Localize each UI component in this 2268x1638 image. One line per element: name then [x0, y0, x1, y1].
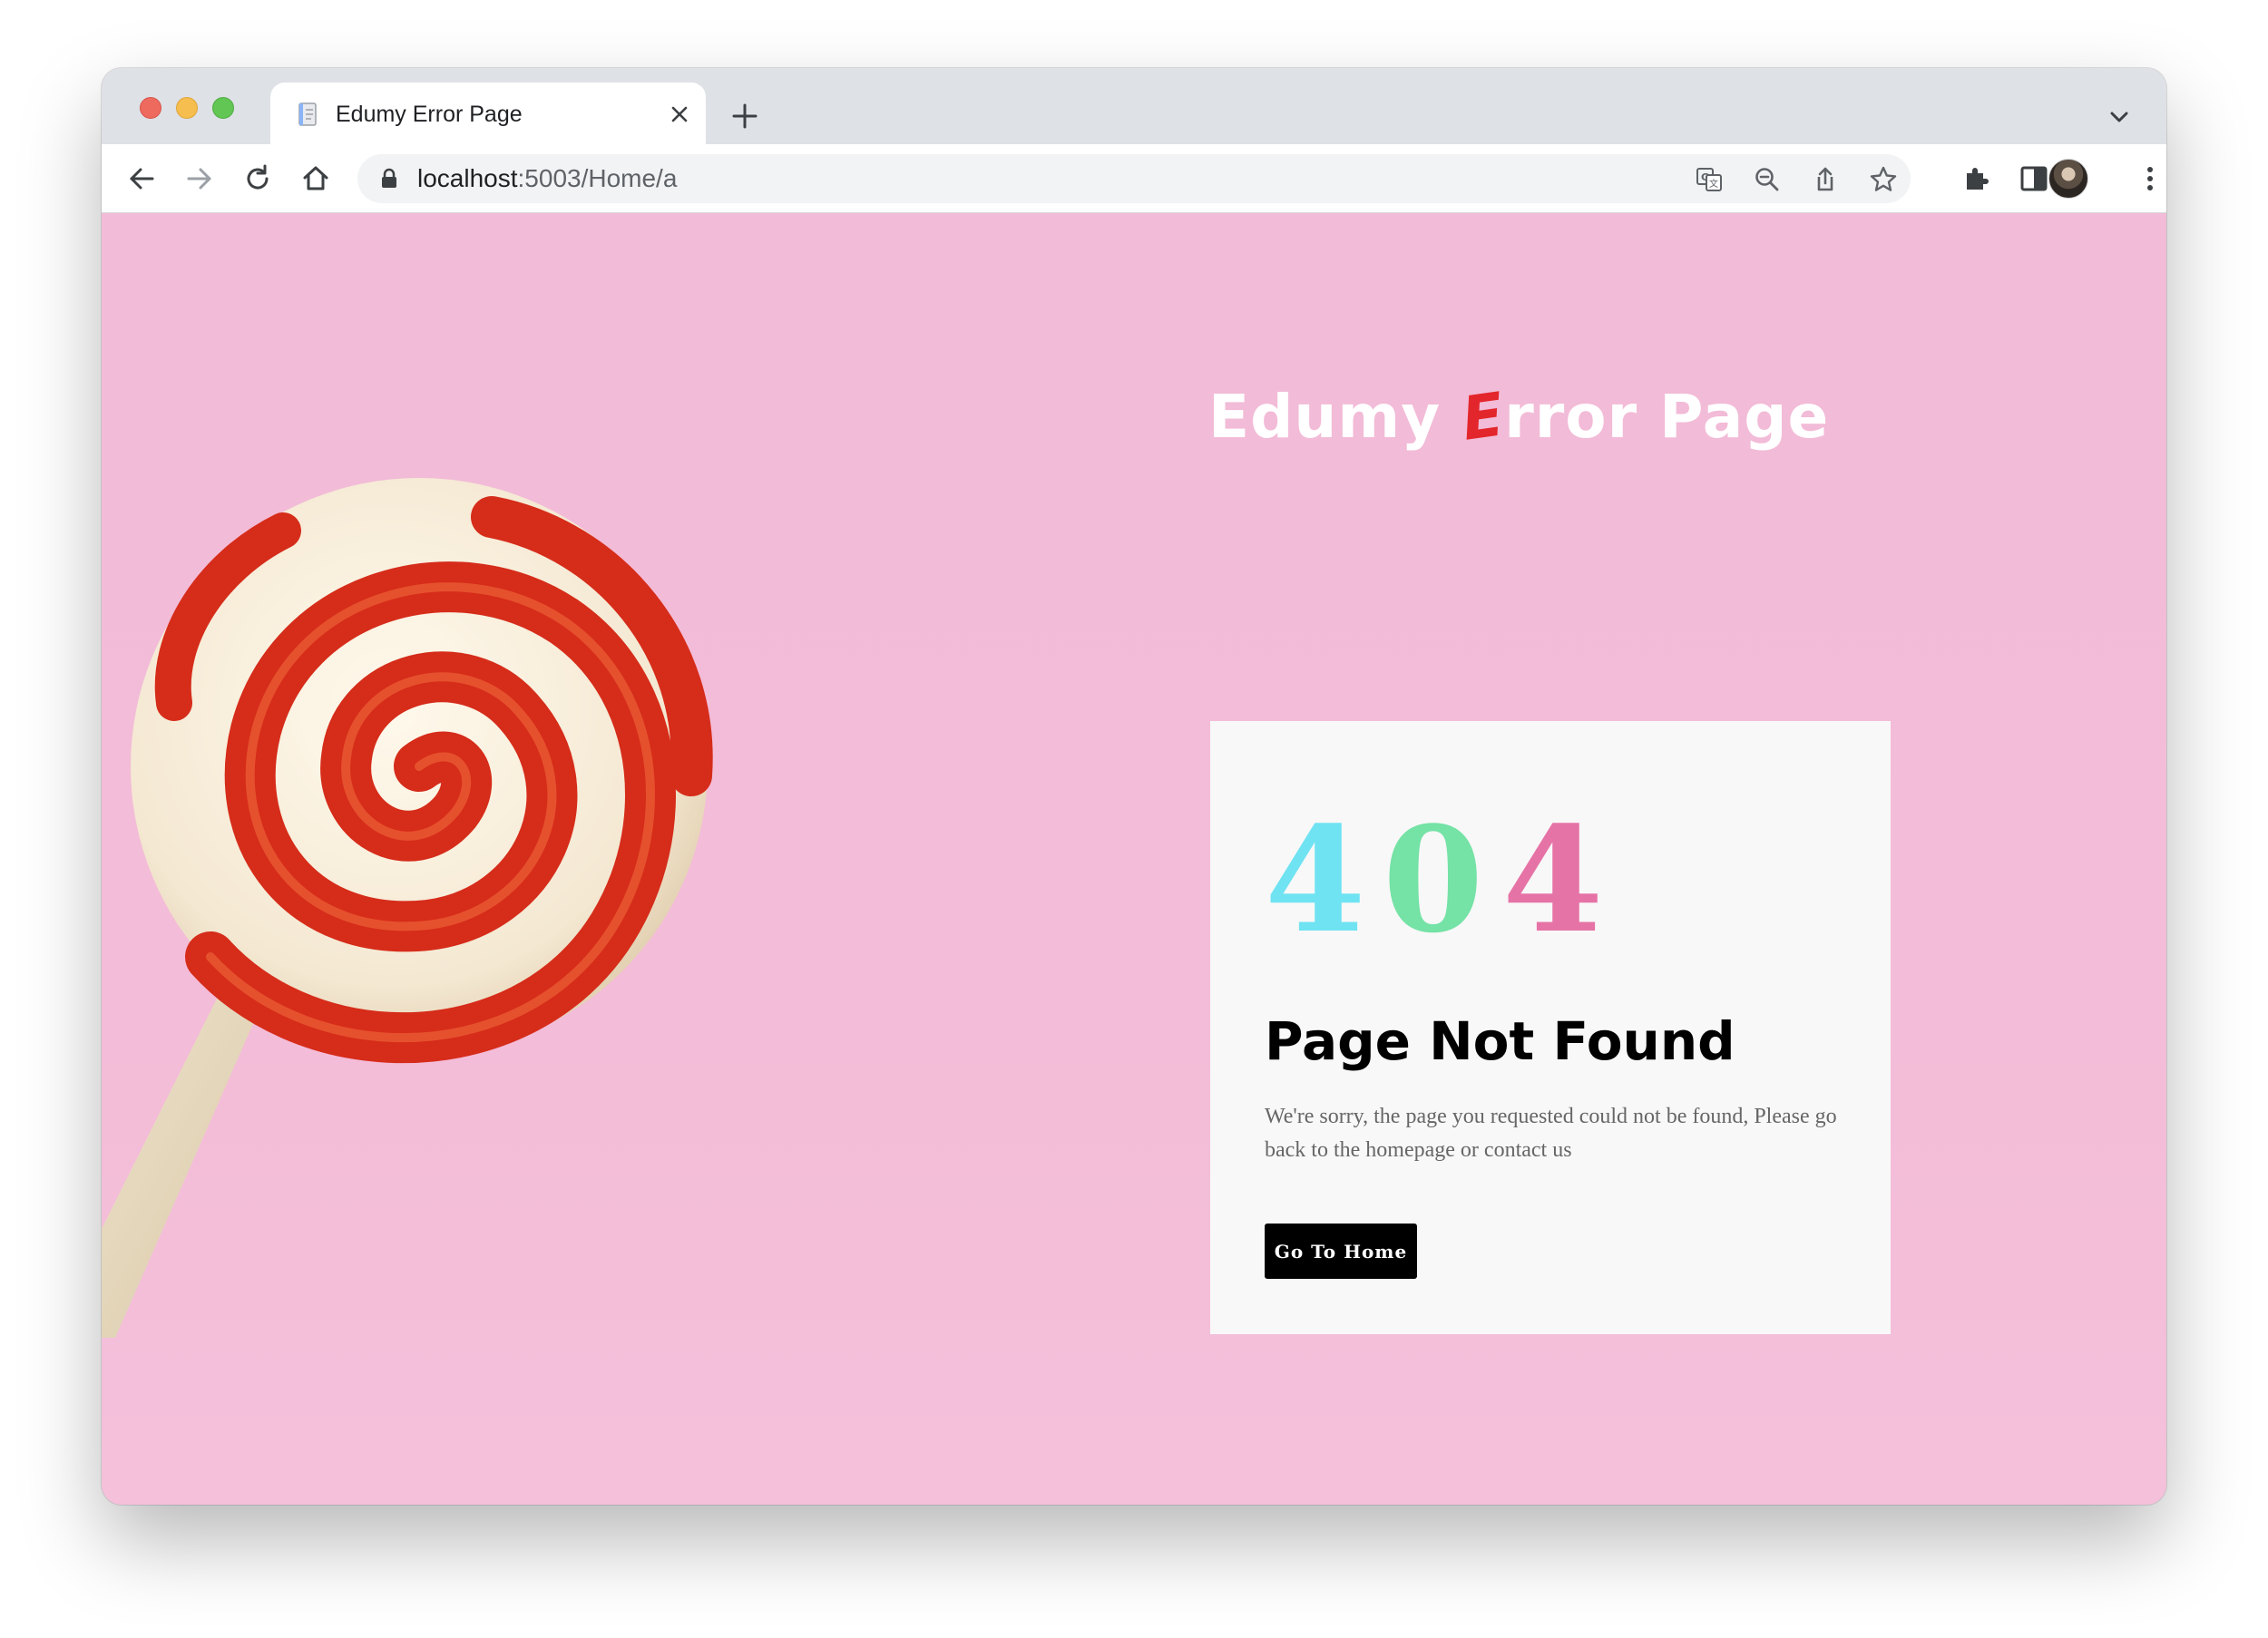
star-icon[interactable] [1869, 165, 1898, 194]
browser-window: Edumy Error Page localhost:5003/Home/a G… [102, 68, 2166, 1505]
plus-icon[interactable] [729, 101, 760, 132]
url-host: localhost [417, 164, 518, 192]
url-text[interactable]: localhost:5003/Home/a [417, 165, 677, 192]
lollipop-image [102, 478, 713, 1338]
arrow-right-icon[interactable] [181, 161, 218, 197]
browser-toolbar: localhost:5003/Home/a G 文 [102, 144, 2166, 213]
side-panel-icon[interactable] [2016, 161, 2052, 197]
reload-icon[interactable] [240, 161, 276, 197]
home-icon[interactable] [298, 161, 334, 197]
share-icon[interactable] [1811, 165, 1840, 194]
translate-icon[interactable]: G 文 [1695, 165, 1724, 194]
avatar[interactable] [2048, 159, 2088, 199]
error-digit-3: 4 [1502, 795, 1604, 965]
brand-title: Edumy Error Page [1208, 379, 1830, 454]
close-icon[interactable] [666, 101, 693, 128]
page-title: Page Not Found [1265, 1010, 1735, 1072]
page-icon [298, 102, 317, 126]
url-path: :5003/Home/a [517, 164, 678, 192]
error-card: 4 0 4 Page Not Found We're sorry, the pa… [1210, 721, 1891, 1334]
error-code: 4 0 4 [1265, 795, 1628, 965]
minimize-window-button[interactable] [176, 97, 198, 119]
page-content: Edumy Error Page 4 0 4 Page Not Found We… [102, 213, 2166, 1505]
kebab-menu-icon[interactable] [2132, 161, 2166, 197]
go-to-home-button[interactable]: Go To Home [1265, 1224, 1417, 1279]
address-bar[interactable]: localhost:5003/Home/a G 文 [357, 154, 1911, 203]
tab-title: Edumy Error Page [336, 102, 523, 127]
zoom-window-button[interactable] [212, 97, 234, 119]
brand-title-e: E [1457, 379, 1510, 454]
error-digit-1: 4 [1265, 795, 1366, 965]
chevron-down-icon[interactable] [2107, 104, 2132, 130]
brand-title-start: Edumy [1208, 382, 1463, 452]
extensions-icon[interactable] [1958, 161, 1994, 197]
tab-edumy-error-page[interactable]: Edumy Error Page [270, 83, 706, 144]
zoom-out-icon[interactable] [1753, 165, 1782, 194]
lock-icon[interactable] [379, 168, 399, 190]
close-window-button[interactable] [140, 97, 161, 119]
svg-text:文: 文 [1709, 178, 1718, 190]
arrow-left-icon[interactable] [123, 161, 160, 197]
error-digit-2: 0 [1383, 795, 1484, 965]
error-message: We're sorry, the page you requested coul… [1265, 1105, 1837, 1162]
brand-title-end: rror Page [1504, 382, 1830, 452]
tab-strip: Edumy Error Page [102, 68, 2166, 144]
